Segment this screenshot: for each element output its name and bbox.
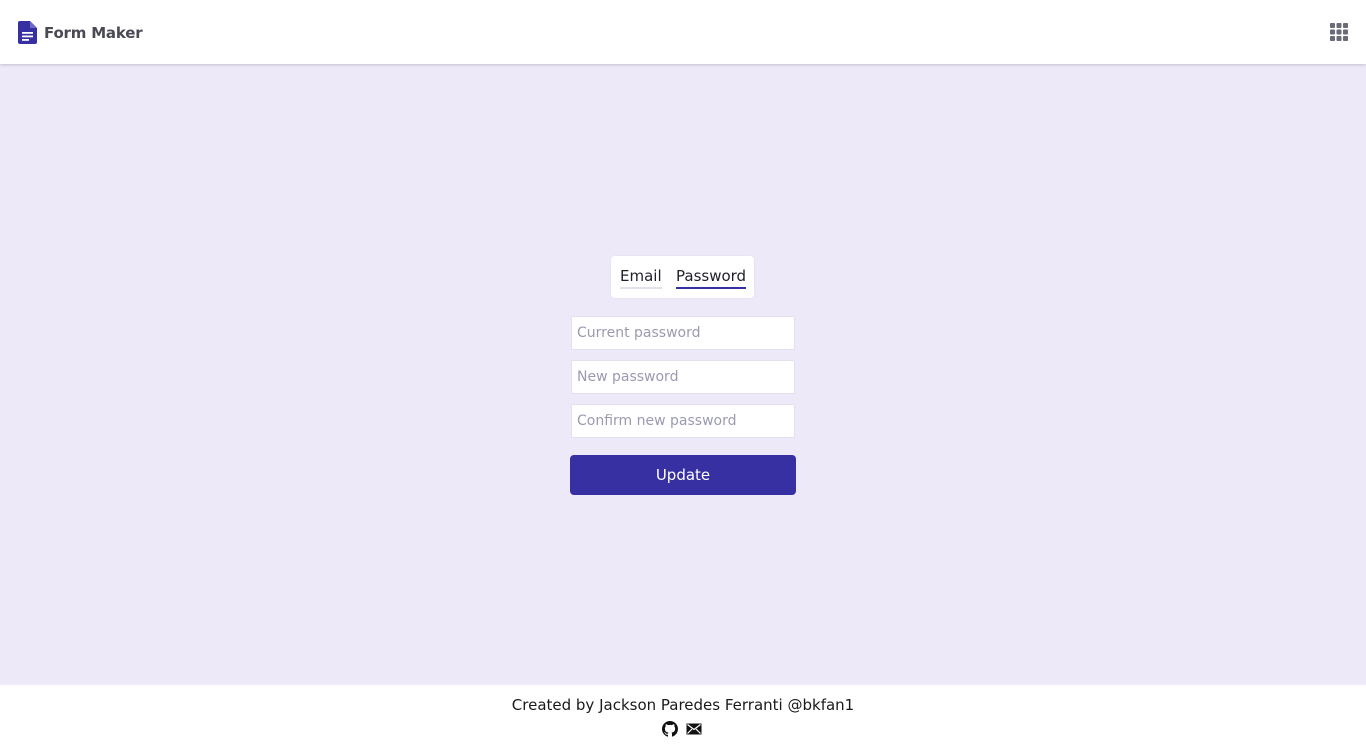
new-password-input[interactable] (571, 360, 795, 394)
github-link[interactable] (662, 721, 678, 737)
mail-link[interactable] (686, 721, 702, 737)
footer-links (662, 721, 702, 737)
current-password-input[interactable] (571, 316, 795, 350)
footer: Created by Jackson Paredes Ferranti @bkf… (0, 685, 1366, 749)
main-content: Email Password Update (0, 64, 1366, 685)
document-icon (18, 21, 38, 45)
mail-icon (686, 721, 702, 737)
app-title: Form Maker (44, 24, 143, 42)
update-button[interactable]: Update (570, 455, 796, 495)
app-header: Form Maker (0, 0, 1366, 64)
credit-text: Created by Jackson Paredes Ferranti @bkf… (511, 696, 855, 714)
apps-grid-icon (1330, 23, 1348, 41)
confirm-password-input[interactable] (571, 404, 795, 438)
tab-password[interactable]: Password (676, 267, 747, 289)
settings-tabs: Email Password (611, 256, 754, 298)
apps-menu-button[interactable] (1330, 23, 1348, 41)
tab-email[interactable]: Email (620, 267, 662, 289)
brand[interactable]: Form Maker (18, 21, 143, 45)
github-icon (662, 721, 678, 737)
